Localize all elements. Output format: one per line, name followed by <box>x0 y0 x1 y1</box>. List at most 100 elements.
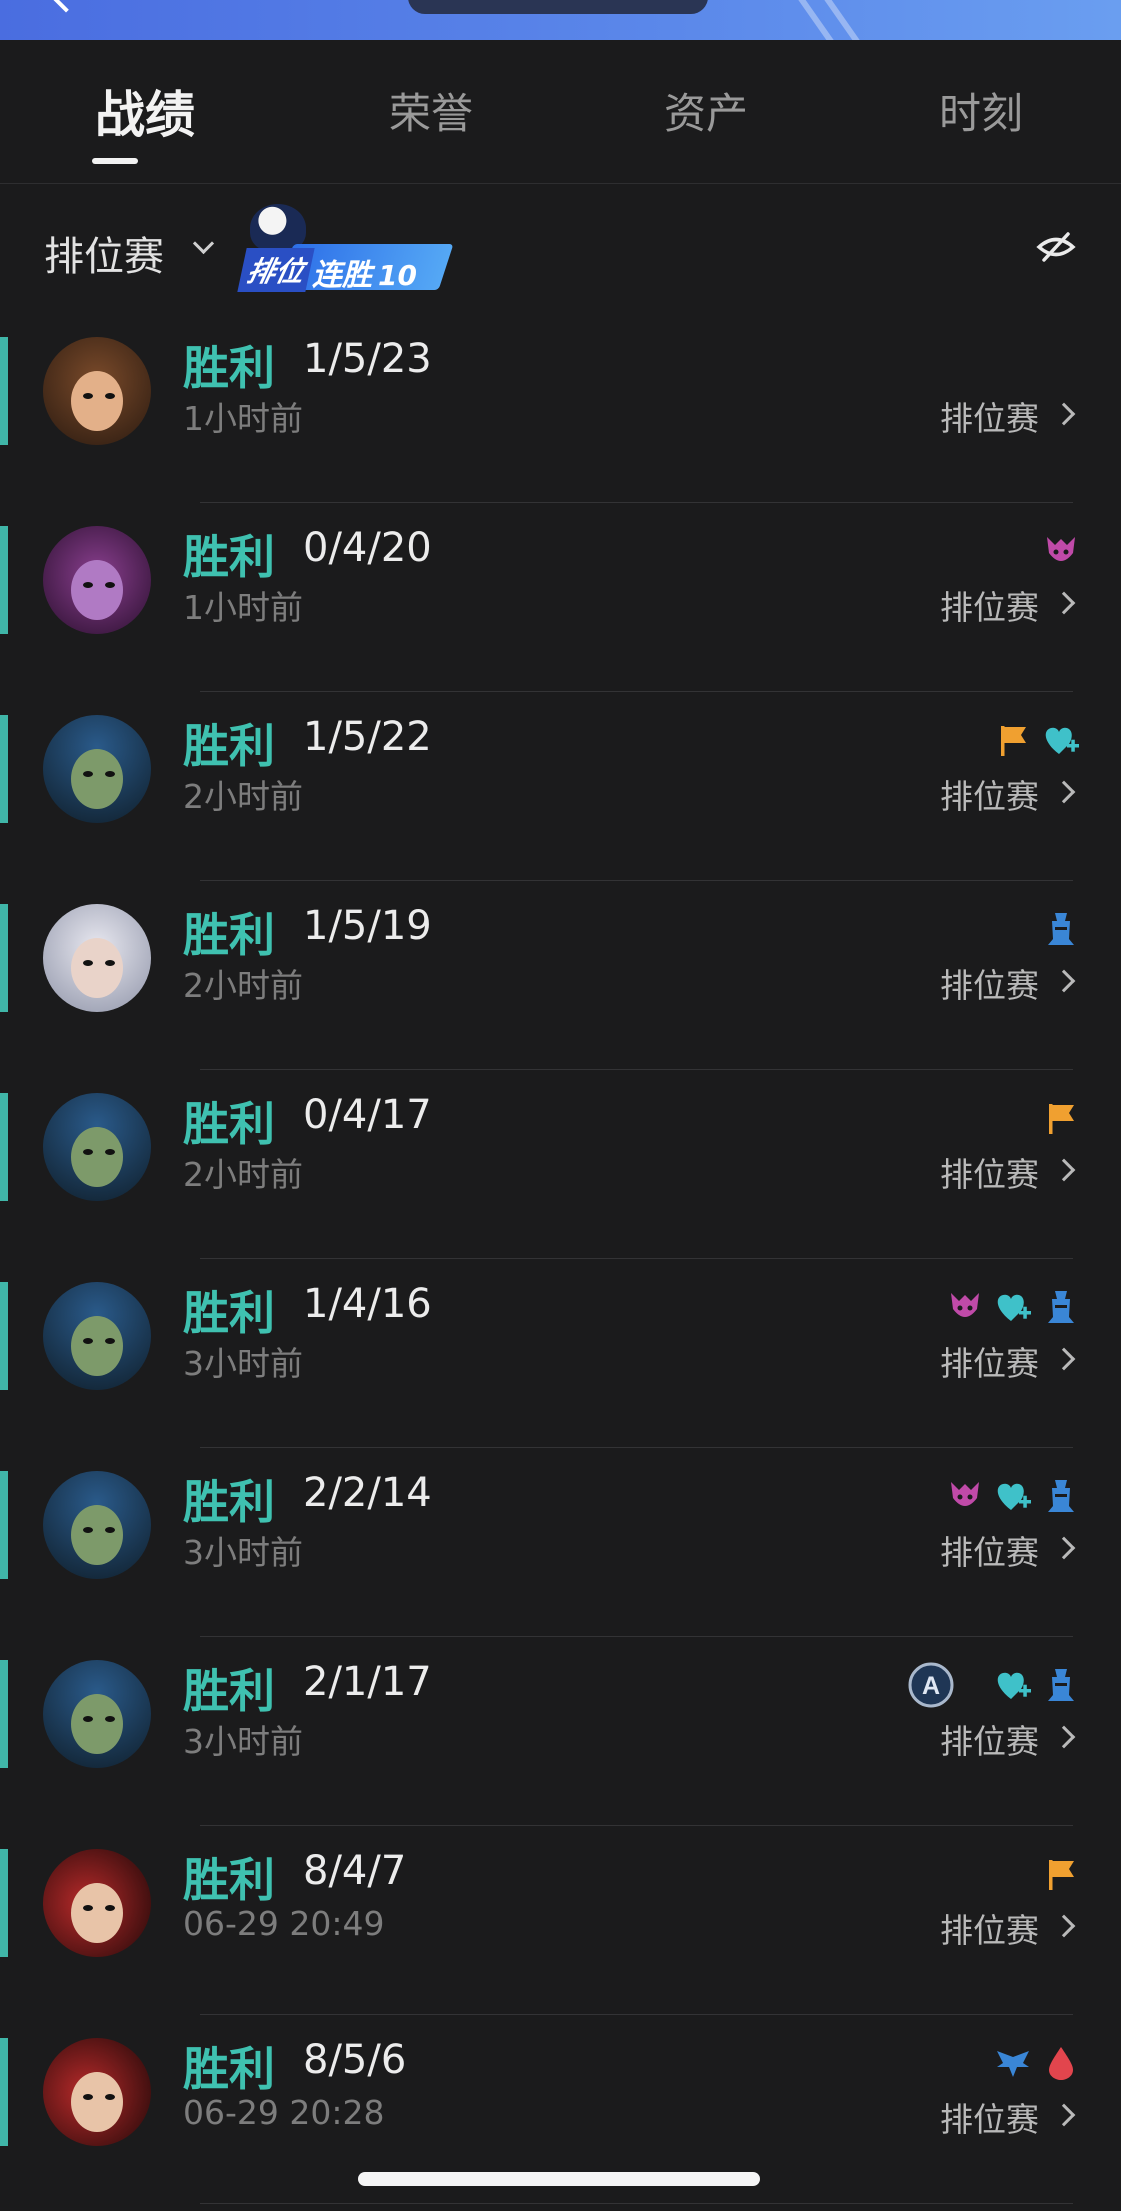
avatar-eye <box>83 771 93 777</box>
match-result: 胜利 <box>183 530 275 584</box>
match-mode: 排位赛 <box>940 399 1039 438</box>
match-achievement-icons <box>1041 1098 1081 1138</box>
chevron-right-icon <box>1052 1725 1076 1749</box>
match-time: 3小时前 <box>183 1344 303 1383</box>
match-mode: 排位赛 <box>940 777 1039 816</box>
match-row[interactable]: 胜利 1/5/22 2小时前 排位赛 <box>0 692 1121 881</box>
eye-hidden-icon[interactable] <box>1036 232 1076 262</box>
chevron-right-icon <box>1052 1914 1076 1938</box>
avatar-face <box>71 1694 123 1754</box>
match-row[interactable]: 胜利 1/4/16 3小时前 排位赛 <box>0 1259 1121 1448</box>
match-mode: 排位赛 <box>940 588 1039 627</box>
win-accent-bar <box>0 1660 8 1768</box>
tab-record[interactable]: 战绩 <box>95 75 195 147</box>
tower-icon <box>1041 1287 1081 1327</box>
match-result: 胜利 <box>183 1097 275 1151</box>
match-time: 3小时前 <box>183 1533 303 1572</box>
home-indicator <box>358 2172 760 2186</box>
tab-moments[interactable]: 时刻 <box>939 80 1023 141</box>
green-serpent-avatar <box>43 1660 151 1768</box>
win-accent-bar <box>0 2038 8 2146</box>
avatar-eye <box>83 1149 93 1155</box>
win-accent-bar <box>0 1093 8 1201</box>
tab-assets[interactable]: 资产 <box>664 80 748 141</box>
match-achievement-icons <box>993 720 1081 760</box>
avatar-face <box>71 2072 123 2132</box>
chevron-down-icon[interactable] <box>192 232 215 255</box>
purple-yordle-avatar <box>43 526 151 634</box>
tower-icon <box>1041 1476 1081 1516</box>
match-mode: 排位赛 <box>940 2100 1039 2139</box>
avatar-eye <box>83 960 93 966</box>
avatar-eye <box>105 1716 115 1722</box>
match-mode: 排位赛 <box>940 1344 1039 1383</box>
match-achievement-icons <box>1041 909 1081 949</box>
match-row[interactable]: 胜利 0/4/20 1小时前 排位赛 <box>0 503 1121 692</box>
match-mode: 排位赛 <box>940 1911 1039 1950</box>
avatar-face <box>71 1316 123 1376</box>
match-kda: 1/4/16 <box>303 1281 432 1327</box>
win-accent-bar <box>0 526 8 634</box>
avatar-eye <box>105 1527 115 1533</box>
match-mode: 排位赛 <box>940 966 1039 1005</box>
chevron-right-icon <box>1052 1536 1076 1560</box>
match-time: 2小时前 <box>183 966 303 1005</box>
mode-filter-dropdown[interactable]: 排位赛 <box>44 224 164 282</box>
heart-plus-icon <box>1041 720 1081 760</box>
avatar-eye <box>83 1716 93 1722</box>
streak-text: 连胜 10 <box>312 250 417 294</box>
flag-icon <box>993 720 1033 760</box>
status-header-strip <box>0 0 1121 40</box>
match-row[interactable]: 胜利 1/5/23 1小时前 排位赛 <box>0 314 1121 503</box>
avatar-face <box>71 749 123 809</box>
wings-icon <box>993 2043 1033 2083</box>
match-kda: 2/2/14 <box>303 1470 432 1516</box>
match-achievement-icons <box>1041 531 1081 571</box>
avatar-face <box>71 560 123 620</box>
avatar-face <box>71 1883 123 1943</box>
avatar-face <box>71 938 123 998</box>
match-kda: 0/4/20 <box>303 525 432 571</box>
avatar-eye <box>105 960 115 966</box>
active-tab-indicator <box>92 158 138 164</box>
green-serpent-avatar <box>43 1282 151 1390</box>
win-accent-bar <box>0 715 8 823</box>
win-accent-bar <box>0 1849 8 1957</box>
brown-haired-champion-avatar <box>43 337 151 445</box>
tab-honor[interactable]: 荣誉 <box>389 80 473 141</box>
svg-text:A: A <box>922 1672 940 1700</box>
match-row[interactable]: 胜利 2/1/17 3小时前 A 排位赛 <box>0 1637 1121 1826</box>
match-row[interactable]: 胜利 2/2/14 3小时前 排位赛 <box>0 1448 1121 1637</box>
avatar-eye <box>83 393 93 399</box>
match-result: 胜利 <box>183 2042 275 2096</box>
avatar-eye <box>105 2094 115 2100</box>
demon-icon <box>945 1287 985 1327</box>
match-row[interactable]: 胜利 0/4/17 2小时前 排位赛 <box>0 1070 1121 1259</box>
match-kda: 1/5/22 <box>303 714 432 760</box>
match-kda: 8/4/7 <box>303 1848 407 1894</box>
match-mode: 排位赛 <box>940 1155 1039 1194</box>
streak-count: 10 <box>378 259 417 292</box>
match-result: 胜利 <box>183 1475 275 1529</box>
match-result: 胜利 <box>183 1853 275 1907</box>
match-achievement-icons <box>1041 1854 1081 1894</box>
avatar-face <box>71 1127 123 1187</box>
match-achievement-icons <box>993 2043 1081 2083</box>
match-result: 胜利 <box>183 1664 275 1718</box>
header-decoration <box>823 0 875 40</box>
filter-bar: 排位赛 排位 连胜 10 <box>0 184 1121 314</box>
win-accent-bar <box>0 337 8 445</box>
chevron-right-icon <box>1052 402 1076 426</box>
demon-icon <box>1041 531 1081 571</box>
red-haired-hat-avatar <box>43 2038 151 2146</box>
demon-icon <box>945 1476 985 1516</box>
match-time: 3小时前 <box>183 1722 303 1761</box>
tower-icon <box>1041 909 1081 949</box>
match-time: 06-29 20:49 <box>183 1904 385 1943</box>
back-arrow-icon[interactable] <box>50 0 82 13</box>
match-time: 2小时前 <box>183 1155 303 1194</box>
match-row[interactable]: 胜利 8/4/7 06-29 20:49 排位赛 <box>0 1826 1121 2015</box>
streak-label: 连胜 <box>312 258 372 293</box>
match-row[interactable]: 胜利 1/5/19 2小时前 排位赛 <box>0 881 1121 1070</box>
match-result: 胜利 <box>183 1286 275 1340</box>
